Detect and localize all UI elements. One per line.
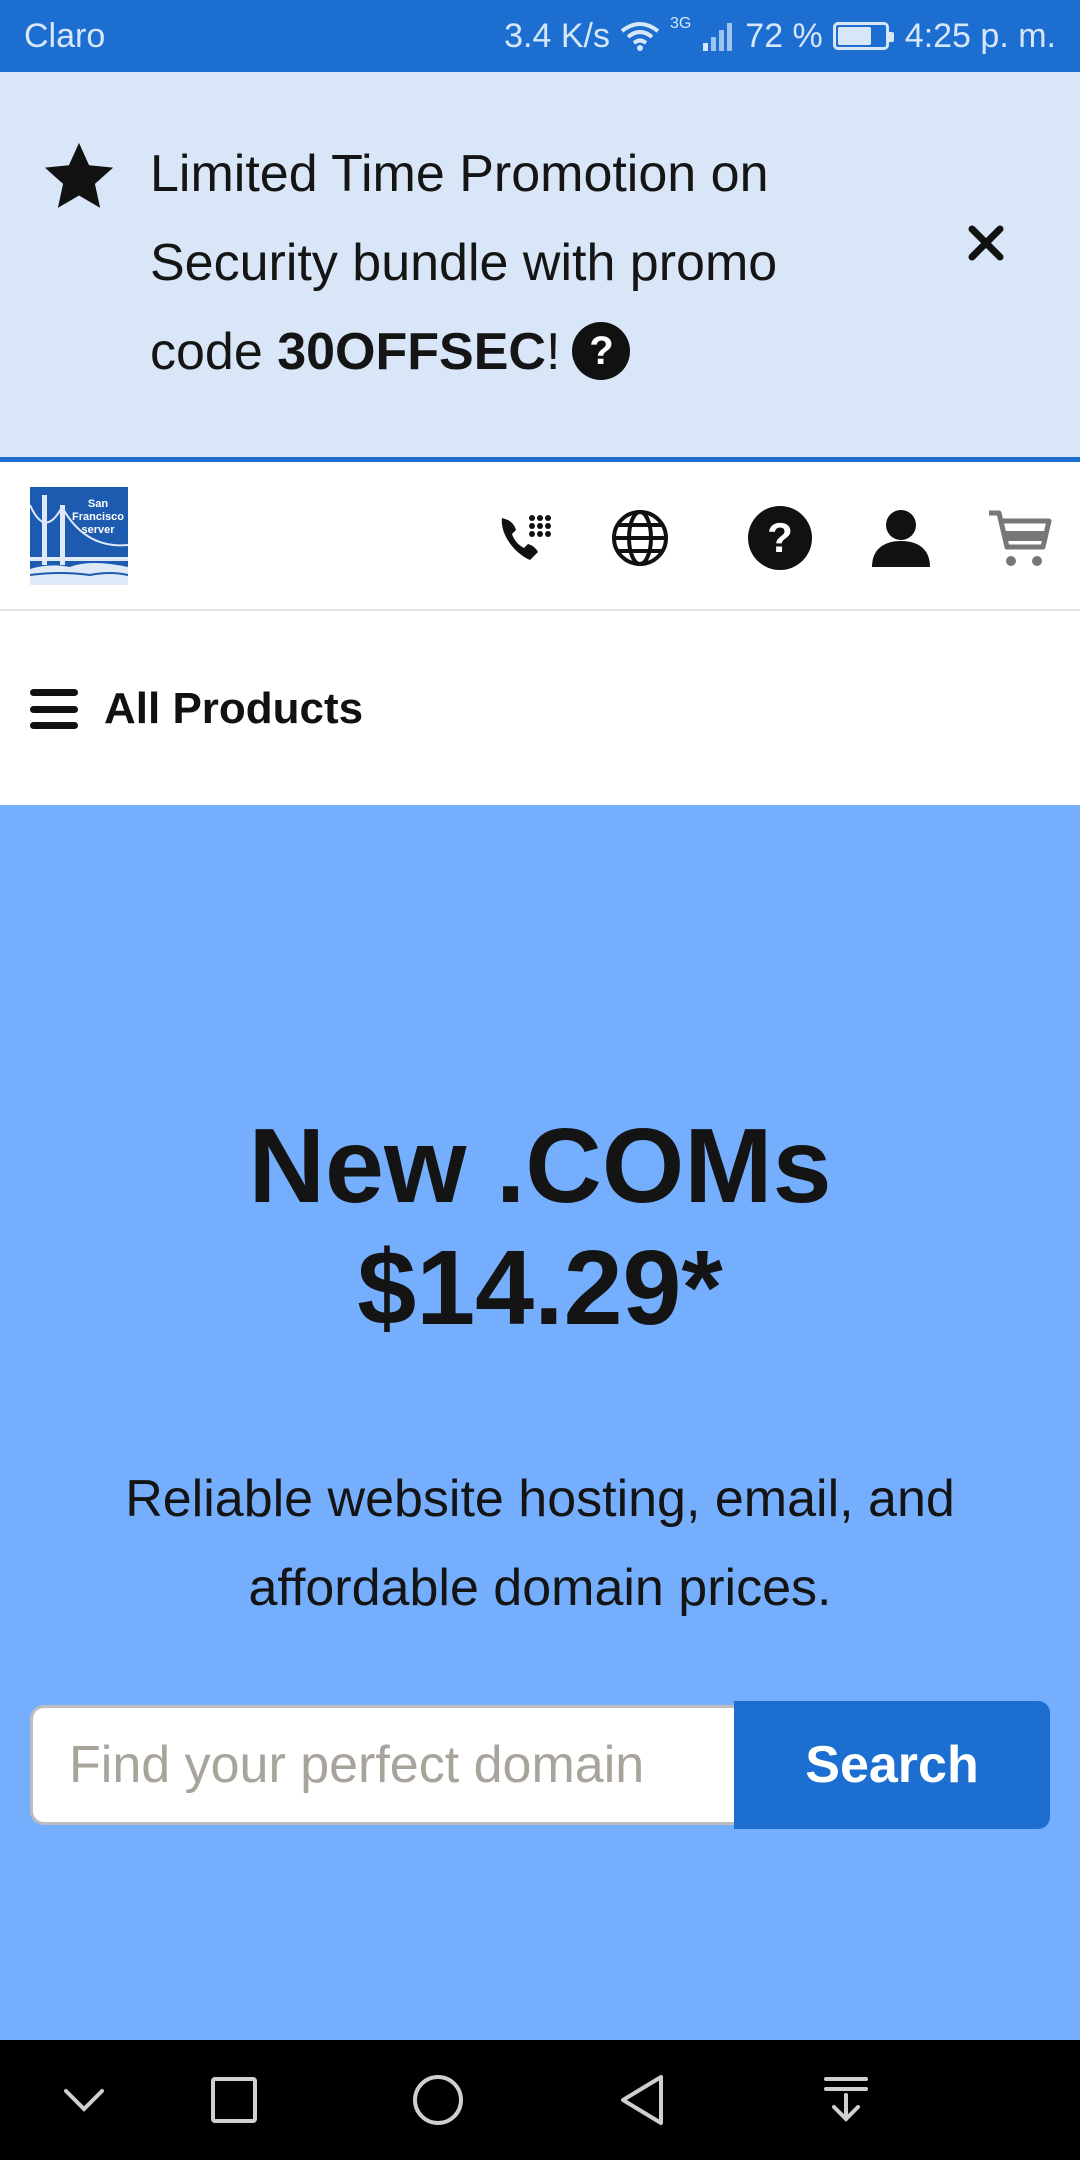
back-triangle-icon[interactable] xyxy=(612,2070,672,2130)
promo-code-prefix: code xyxy=(150,323,278,381)
promo-banner: Limited Time Promotion on Security bundl… xyxy=(0,72,1080,462)
help-icon[interactable]: ? xyxy=(572,322,631,381)
hero-section: New .COMs $14.29* Reliable website hosti… xyxy=(0,805,1080,2040)
promo-code: 30OFFSEC xyxy=(277,323,546,381)
network-type: 3G xyxy=(669,15,692,32)
phone-dialpad-icon[interactable] xyxy=(489,503,559,573)
recents-square-icon[interactable] xyxy=(204,2070,264,2130)
status-indicators: 3.4 K/s 3G 72 % 4:25 p. m. xyxy=(504,15,1056,56)
star-icon xyxy=(40,138,118,216)
cart-icon[interactable] xyxy=(985,503,1055,573)
svg-text:?: ? xyxy=(767,514,793,561)
promo-message: Limited Time Promotion on Security bundl… xyxy=(150,130,870,397)
wifi-icon xyxy=(620,21,660,51)
domain-search: Search xyxy=(30,1701,1050,1829)
help-circle-icon[interactable]: ? xyxy=(745,503,815,573)
battery-percent: 72 % xyxy=(745,16,823,55)
globe-icon[interactable] xyxy=(605,503,675,573)
hero-title: New .COMs $14.29* xyxy=(0,1105,1080,1349)
all-products-menu[interactable]: All Products xyxy=(0,613,1080,805)
search-button[interactable]: Search xyxy=(734,1701,1050,1829)
hero-price: $14.29* xyxy=(357,1229,723,1347)
home-circle-icon[interactable] xyxy=(408,2070,468,2130)
site-header: San Francisco server ? xyxy=(0,467,1080,611)
signal-icon xyxy=(701,21,735,51)
battery-icon xyxy=(832,22,894,50)
hero-subtitle-line-2: affordable domain prices. xyxy=(248,1559,832,1617)
notification-pull-icon[interactable] xyxy=(816,2070,876,2130)
user-icon[interactable] xyxy=(866,503,936,573)
clock: 4:25 p. m. xyxy=(904,16,1056,55)
hero-subtitle-line-1: Reliable website hosting, email, and xyxy=(125,1470,955,1528)
logo-text: San Francisco server xyxy=(72,498,124,536)
promo-code-suffix: ! xyxy=(545,323,561,381)
promo-line-1: Limited Time Promotion on xyxy=(150,145,769,203)
hamburger-menu-icon[interactable] xyxy=(30,689,78,729)
hero-title-line-1: New .COMs xyxy=(248,1107,832,1225)
carrier-label: Claro xyxy=(24,16,106,55)
promo-line-3: code 30OFFSEC!? xyxy=(150,308,870,397)
network-speed: 3.4 K/s xyxy=(504,16,610,55)
close-icon[interactable] xyxy=(955,212,1017,274)
logo[interactable]: San Francisco server xyxy=(30,487,128,585)
status-bar: Claro 3.4 K/s 3G 72 % 4:25 p. m. xyxy=(0,0,1080,72)
system-navigation-bar xyxy=(0,2040,1080,2160)
domain-search-input[interactable] xyxy=(30,1705,734,1825)
hero-subtitle: Reliable website hosting, email, and aff… xyxy=(90,1455,990,1633)
all-products-label[interactable]: All Products xyxy=(104,684,363,734)
battery-level xyxy=(837,27,871,45)
chevron-down-icon[interactable] xyxy=(54,2070,114,2130)
promo-line-2: Security bundle with promo xyxy=(150,234,778,292)
